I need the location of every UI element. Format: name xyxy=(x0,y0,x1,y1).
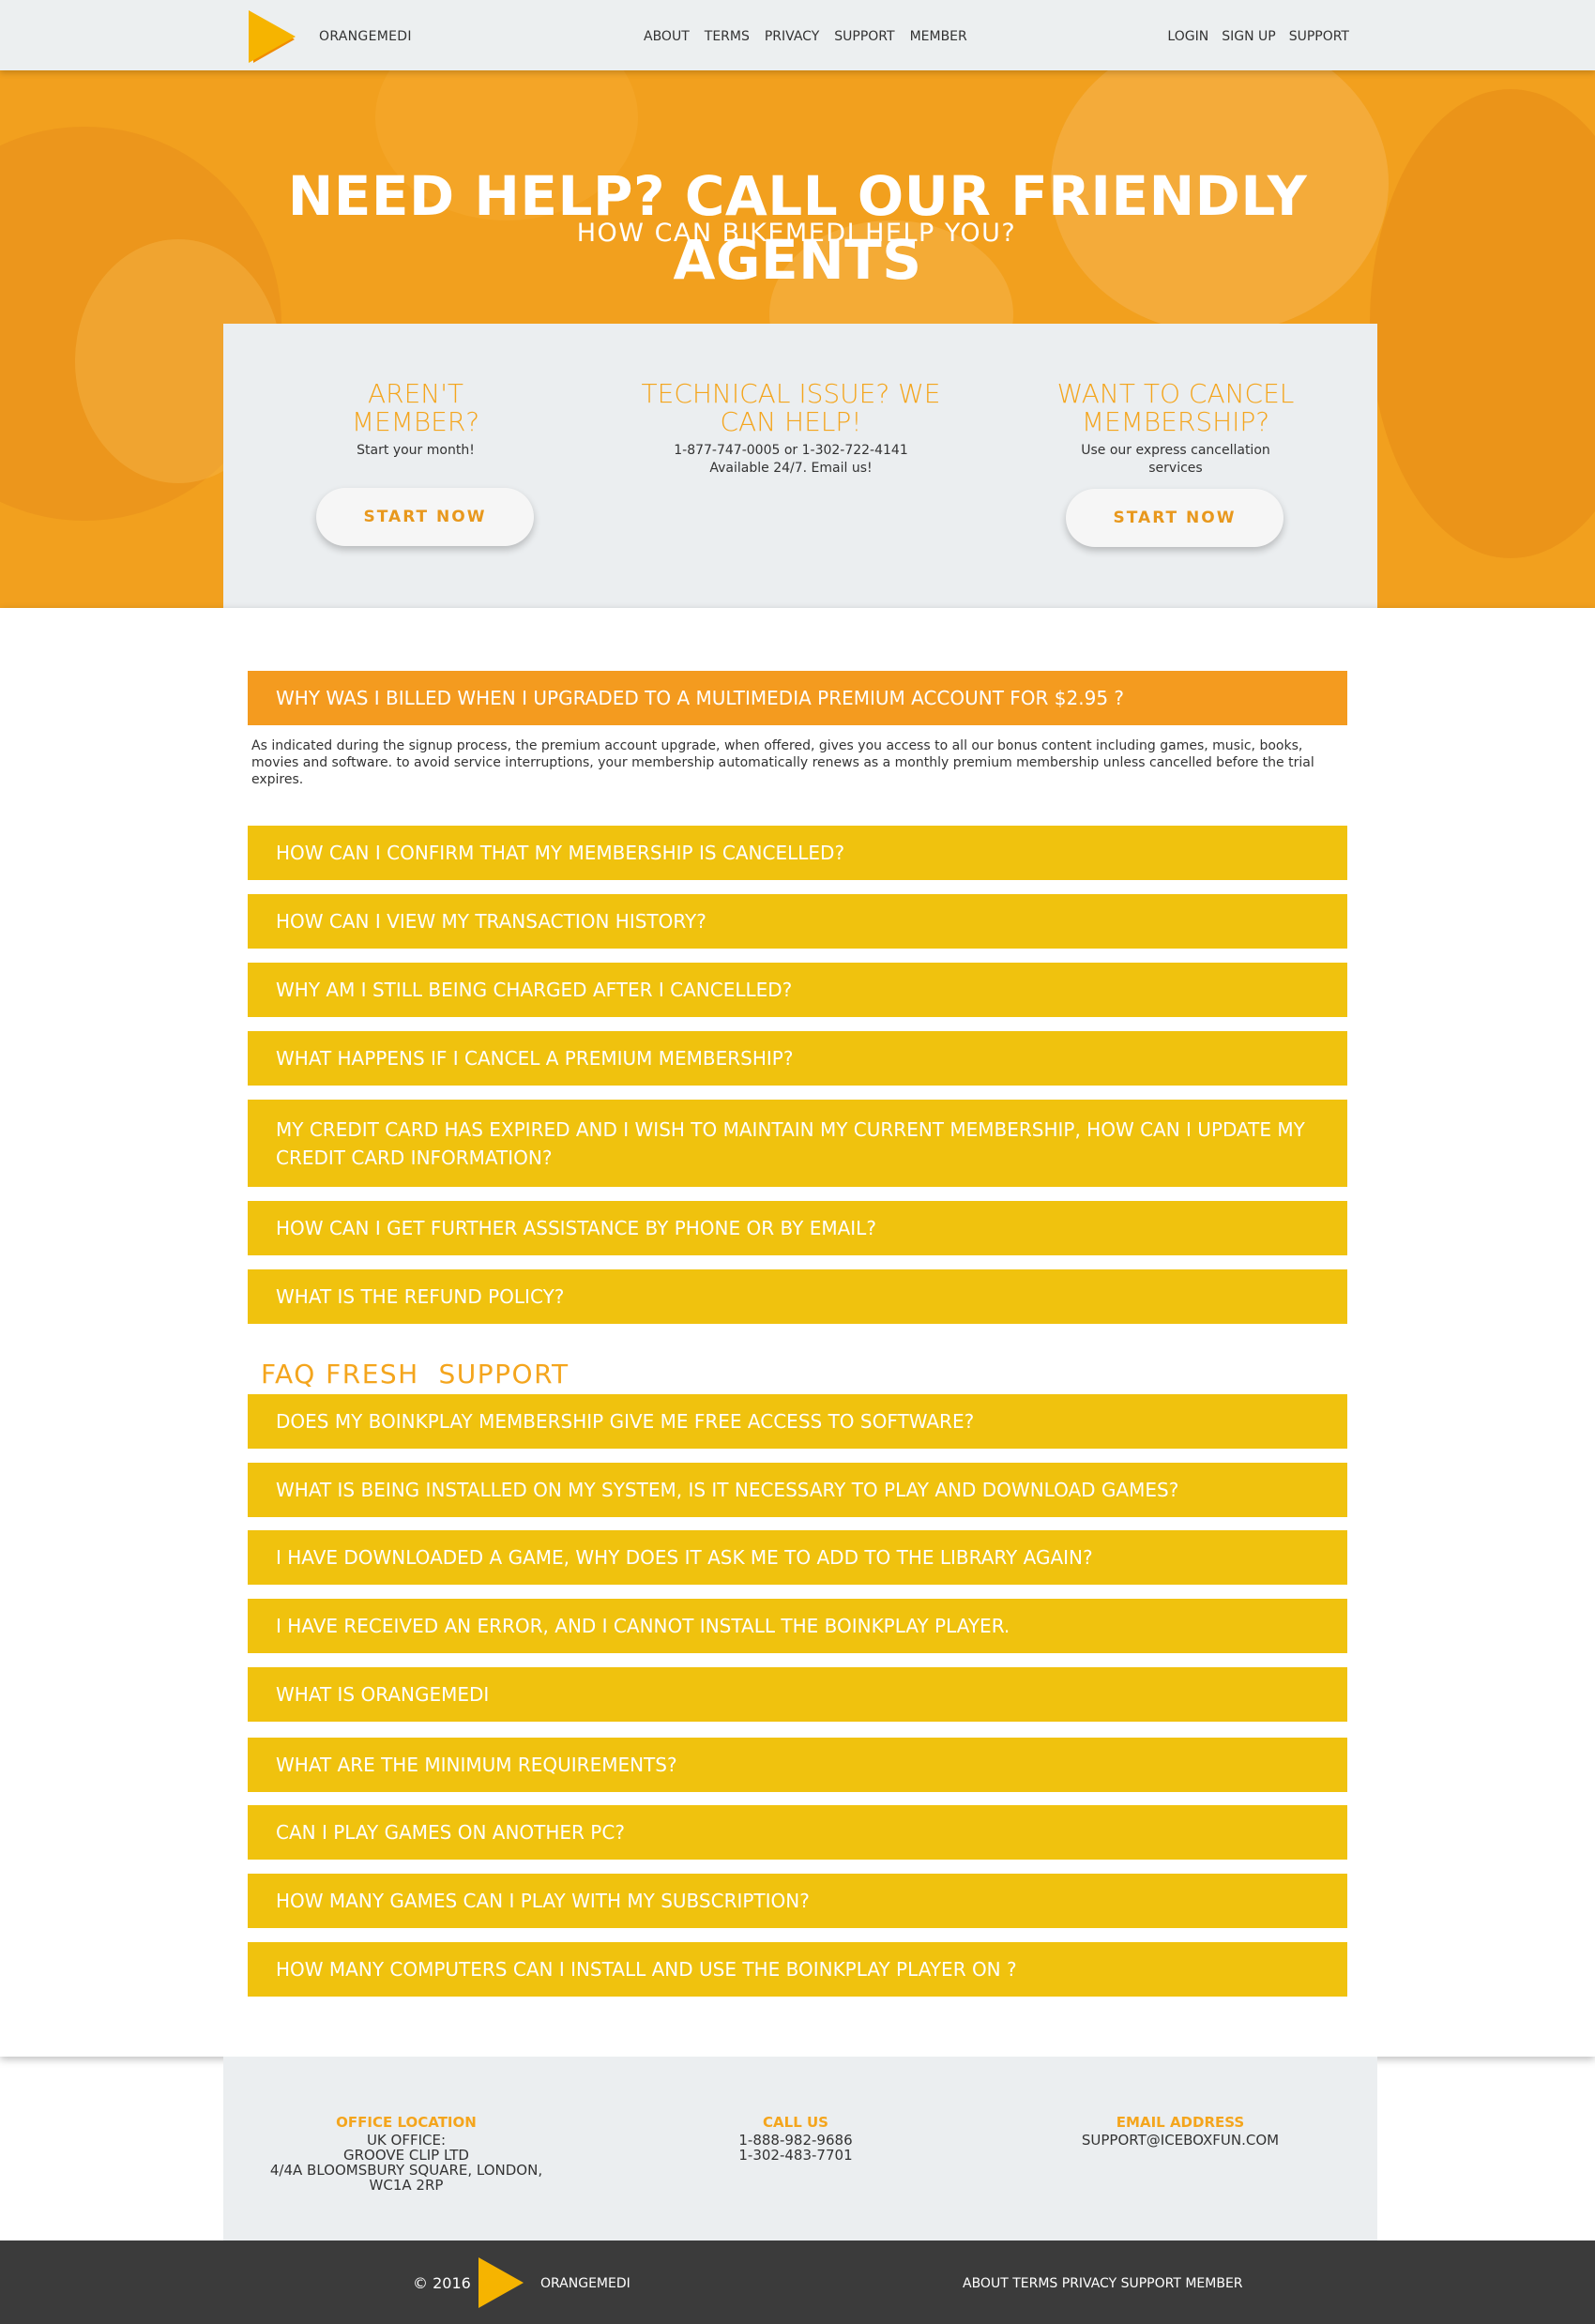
top-navbar: ORANGEMEDI ABOUT TERMS PRIVACY SUPPORT M… xyxy=(0,0,1595,70)
membership-card: AREN'T MEMBER? Start your month! xyxy=(308,380,524,460)
faq-item[interactable]: WHAT IS BEING INSTALLED ON MY SYSTEM, IS… xyxy=(248,1463,1347,1517)
footer-links[interactable]: ABOUT TERMS PRIVACY SUPPORT MEMBER xyxy=(963,2276,1243,2291)
faq-item[interactable]: WHY AM I STILL BEING CHARGED AFTER I CAN… xyxy=(248,963,1347,1017)
start-now-button-cancel[interactable]: START NOW xyxy=(1066,489,1284,547)
contact-panel: OFFICE LOCATION UK OFFICE: GROOVE CLIP L… xyxy=(223,2057,1377,2240)
login-link[interactable]: LOGIN xyxy=(1167,29,1208,44)
faq-section-heading: FAQ FRESH SUPPORT xyxy=(261,1359,570,1390)
faq-item[interactable]: HOW CAN I GET FURTHER ASSISTANCE BY PHON… xyxy=(248,1201,1347,1255)
help-options-panel: AREN'T MEMBER? Start your month! START N… xyxy=(223,324,1377,608)
office-heading: OFFICE LOCATION xyxy=(336,2114,477,2131)
email-link[interactable]: SUPPORT@ICEBOXFUN.COM xyxy=(1049,2133,1312,2148)
phone-number[interactable]: 1-888-982-9686 xyxy=(702,2133,889,2148)
cancel-card-line2: services xyxy=(1148,461,1203,476)
technical-card: TECHNICAL ISSUE? WE CAN HELP! 1-877-747-… xyxy=(617,380,965,478)
support-link[interactable]: SUPPORT xyxy=(1289,29,1349,44)
account-nav: LOGIN SIGN UP SUPPORT xyxy=(1167,29,1349,44)
nav-privacy-link[interactable]: PRIVACY xyxy=(765,29,819,44)
technical-card-availability: Available 24/7. Email us! xyxy=(709,461,873,476)
technical-card-heading: TECHNICAL ISSUE? WE CAN HELP! xyxy=(641,378,941,437)
nav-terms-link[interactable]: TERMS xyxy=(705,29,750,44)
call-heading: CALL US xyxy=(763,2114,828,2131)
main-nav: ABOUT TERMS PRIVACY SUPPORT MEMBER xyxy=(644,29,967,44)
technical-card-phone-line: 1-877-747-0005 or 1-302-722-4141 xyxy=(674,443,908,458)
faq-item[interactable]: HOW MANY COMPUTERS CAN I INSTALL AND USE… xyxy=(248,1942,1347,1997)
brand-name[interactable]: ORANGEMEDI xyxy=(319,29,412,44)
faq-item[interactable]: MY CREDIT CARD HAS EXPIRED AND I WISH TO… xyxy=(248,1100,1347,1187)
email-address: EMAIL ADDRESS SUPPORT@ICEBOXFUN.COM xyxy=(1049,2115,1312,2148)
hero-subtitle: HOW CAN BIKEMEDI HELP YOU? xyxy=(576,219,1017,248)
nav-about-link[interactable]: ABOUT xyxy=(644,29,690,44)
cancel-card-text: Use our express cancellation services xyxy=(1040,442,1312,478)
hero-photo-shape xyxy=(1370,89,1595,558)
email-heading: EMAIL ADDRESS xyxy=(1116,2114,1245,2131)
copyright: © 2016 xyxy=(413,2274,471,2292)
footer-logo-icon[interactable] xyxy=(478,2257,524,2308)
faq-item-active[interactable]: WHY WAS I BILLED WHEN I UPGRADED TO A MU… xyxy=(248,671,1347,725)
faq-answer: As indicated during the signup process, … xyxy=(251,738,1314,787)
faq-item[interactable]: DOES MY BOINKPLAY MEMBERSHIP GIVE ME FRE… xyxy=(248,1394,1347,1449)
technical-card-phones: 1-877-747-0005 or 1-302-722-4141 Availab… xyxy=(617,442,965,478)
faq-item[interactable]: HOW CAN I VIEW MY TRANSACTION HISTORY? xyxy=(248,894,1347,949)
faq-item[interactable]: WHAT HAPPENS IF I CANCEL A PREMIUM MEMBE… xyxy=(248,1031,1347,1086)
faq-item[interactable]: HOW CAN I CONFIRM THAT MY MEMBERSHIP IS … xyxy=(248,826,1347,880)
call-us: CALL US 1-888-982-9686 1-302-483-7701 xyxy=(702,2115,889,2163)
cancel-card: WANT TO CANCEL MEMBERSHIP? Use our expre… xyxy=(1040,380,1312,478)
membership-card-text: Start your month! xyxy=(357,443,475,458)
membership-card-heading: AREN'T MEMBER? xyxy=(351,378,480,437)
footer-brand[interactable]: ORANGEMEDI xyxy=(540,2276,630,2291)
office-line: UK OFFICE: xyxy=(366,2132,447,2149)
faq-item[interactable]: WHAT IS ORANGEMEDI xyxy=(248,1667,1347,1722)
start-now-button-member[interactable]: START NOW xyxy=(316,488,534,546)
faq-item[interactable]: I HAVE RECEIVED AN ERROR, AND I CANNOT I… xyxy=(248,1599,1347,1653)
faq-item[interactable]: WHAT ARE THE MINIMUM REQUIREMENTS? xyxy=(248,1738,1347,1792)
faq-item[interactable]: WHAT IS THE REFUND POLICY? xyxy=(248,1269,1347,1324)
office-location: OFFICE LOCATION UK OFFICE: GROOVE CLIP L… xyxy=(251,2115,561,2193)
phone-number[interactable]: 1-302-483-7701 xyxy=(702,2148,889,2163)
faq-item[interactable]: HOW MANY GAMES CAN I PLAY WITH MY SUBSCR… xyxy=(248,1874,1347,1928)
nav-member-link[interactable]: MEMBER xyxy=(910,29,967,44)
footer-bar: © 2016 ORANGEMEDI ABOUT TERMS PRIVACY SU… xyxy=(0,2240,1595,2324)
faq-item[interactable]: CAN I PLAY GAMES ON ANOTHER PC? xyxy=(248,1805,1347,1860)
office-address: 4/4A BLOOMSBURY SQUARE, LONDON, WC1A 2RP xyxy=(269,2162,543,2194)
faq-item[interactable]: I HAVE DOWNLOADED A GAME, WHY DOES IT AS… xyxy=(248,1530,1347,1585)
cancel-card-line1: Use our express cancellation xyxy=(1081,443,1270,458)
signup-link[interactable]: SIGN UP xyxy=(1222,29,1275,44)
nav-support-link[interactable]: SUPPORT xyxy=(834,29,894,44)
logo-play-icon[interactable] xyxy=(249,10,296,63)
cancel-card-heading: WANT TO CANCEL MEMBERSHIP? xyxy=(1056,378,1295,437)
office-line: GROOVE CLIP LTD xyxy=(343,2147,469,2164)
